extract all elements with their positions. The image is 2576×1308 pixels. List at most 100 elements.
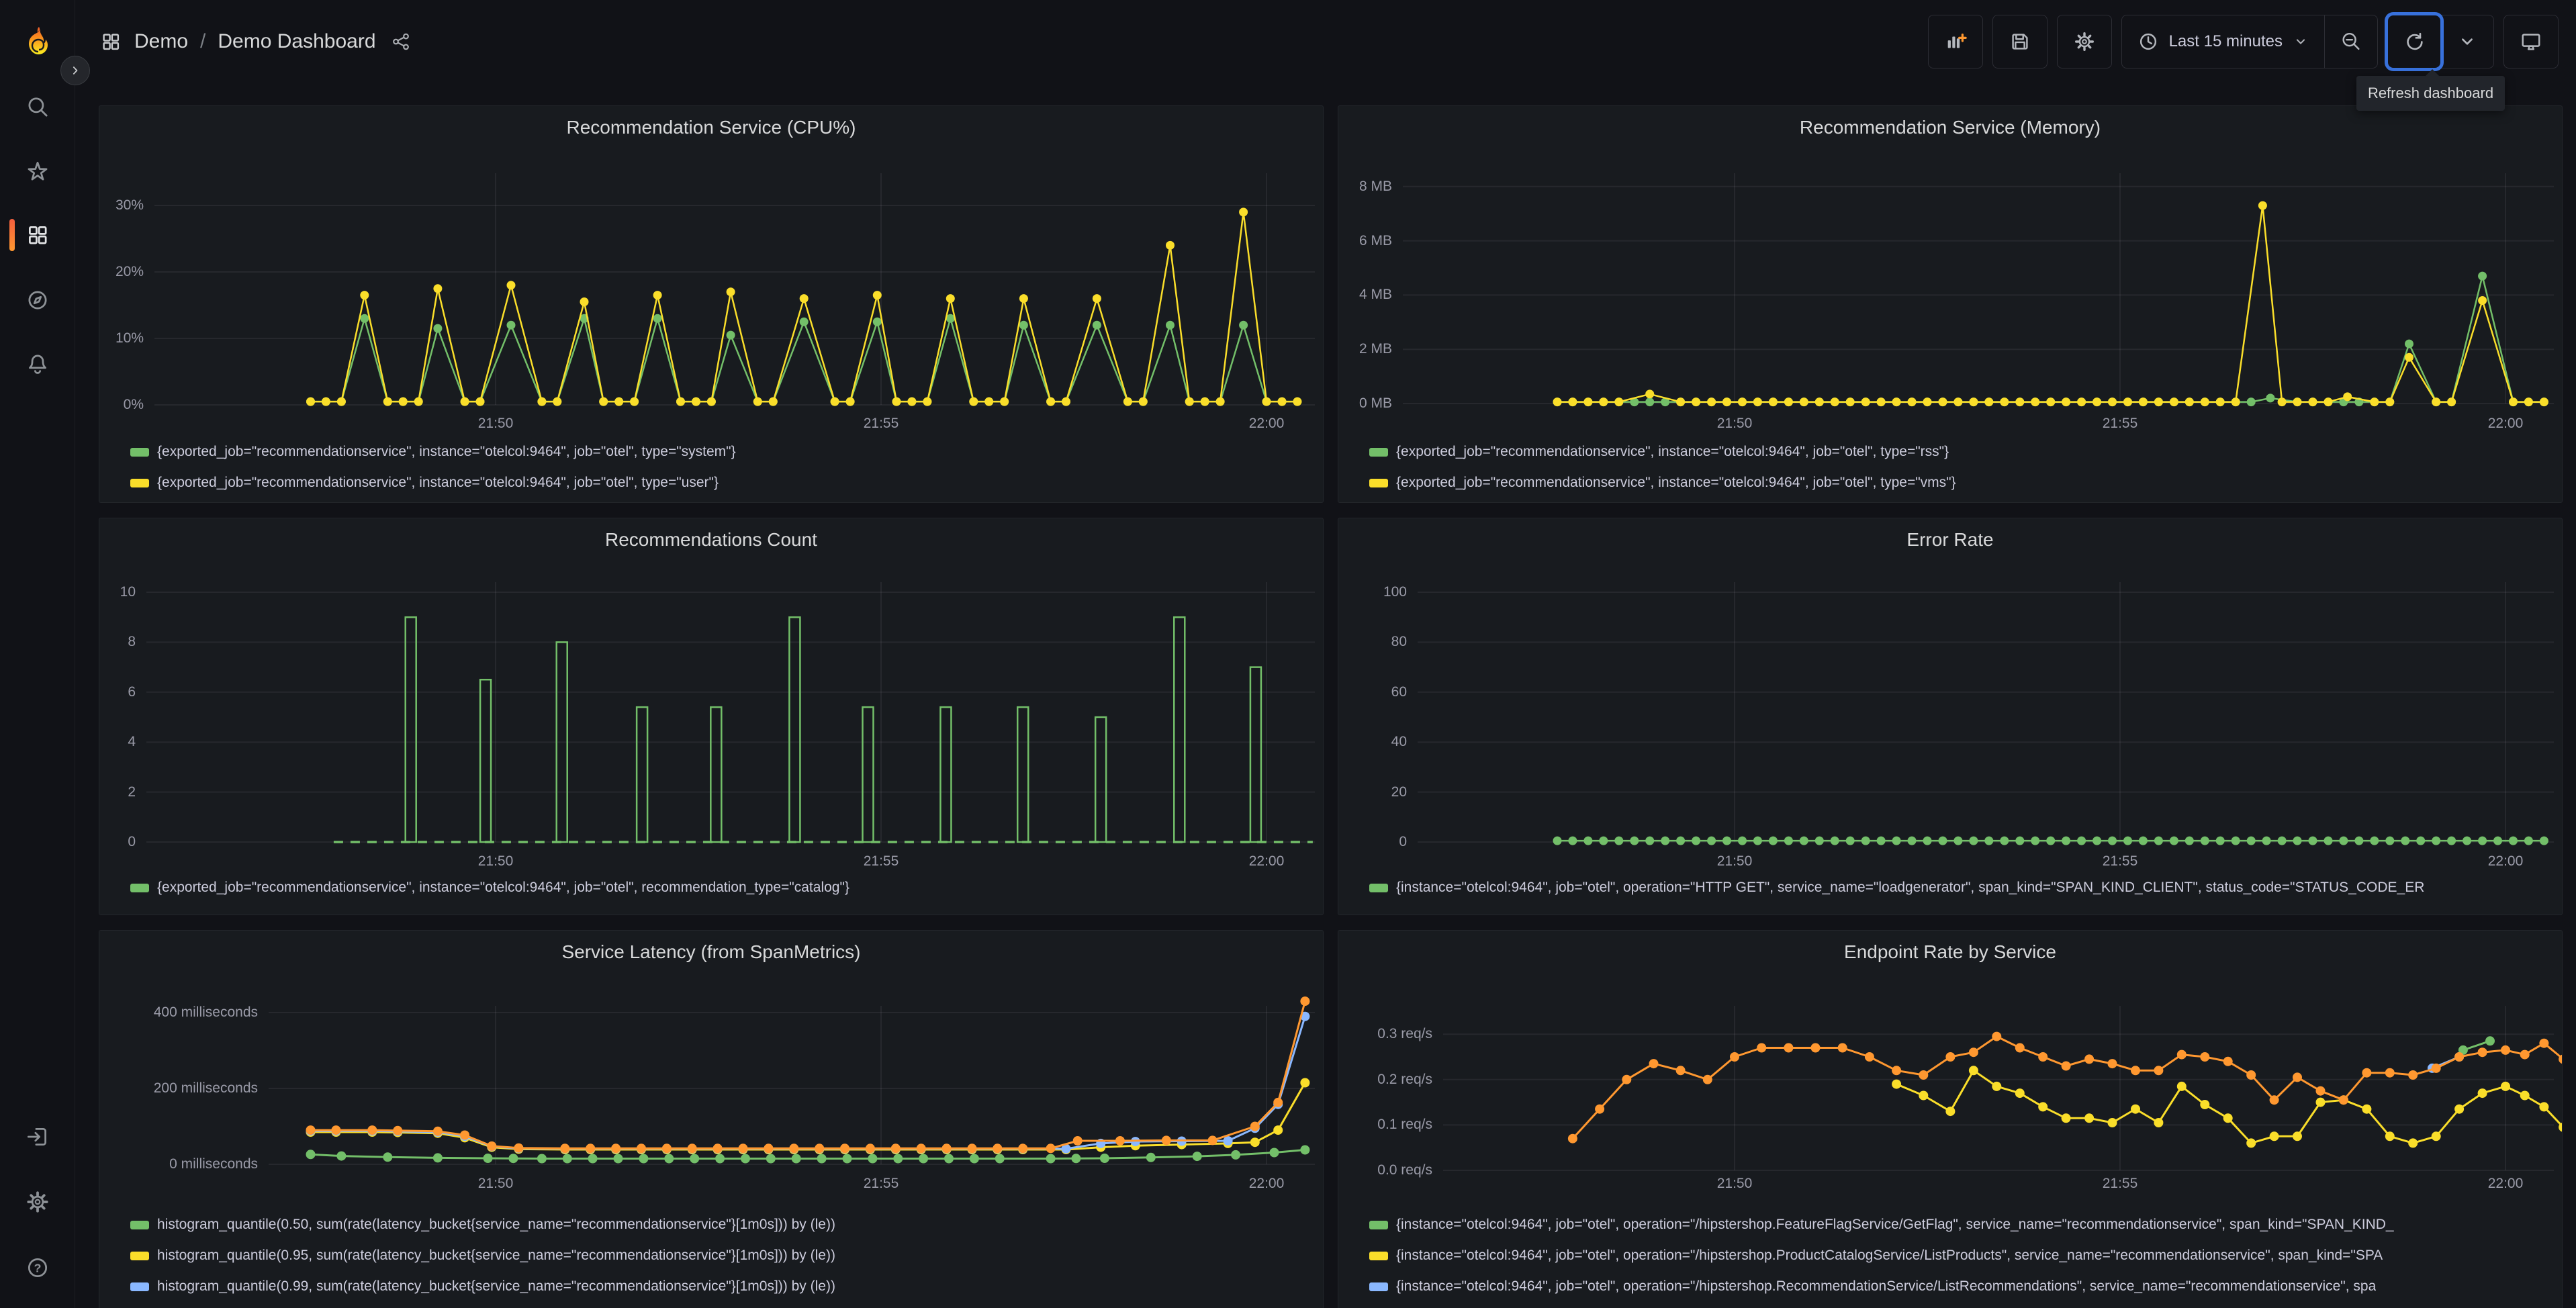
legend-item[interactable]: histogram_quantile(0.95, sum(rate(latenc… [130,1240,1316,1271]
y-tick: 0 MB [1359,395,1392,411]
y-tick: 10 [120,584,136,600]
time-range-picker[interactable]: Last 15 minutes [2122,15,2324,68]
legend: {exported_job="recommendationservice", i… [130,872,1316,903]
legend-swatch [130,1282,149,1291]
legend: {exported_job="recommendationservice", i… [1369,436,2555,498]
x-tick: 21:55 [2102,1176,2138,1191]
legend-label: {instance="otelcol:9464", job="otel", op… [1396,1278,2377,1294]
y-tick: 0 milliseconds [169,1156,258,1172]
y-tick: 4 [128,734,136,750]
y-tick: 0 [1399,834,1407,849]
sidebar-item-sign-in[interactable] [0,1109,75,1165]
zoom-out-icon [2340,30,2362,53]
sidebar-item-explore[interactable] [0,272,75,328]
y-tick: 6 [128,684,136,700]
x-tick: 21:50 [477,416,514,431]
chart-canvas[interactable]: 0.3 req/s 0.2 req/s 0.1 req/s 0.0 req/s 21:5… [1338,931,2562,1308]
x-tick: 22:00 [2487,416,2524,431]
legend-swatch [1369,1220,1388,1229]
x-tick: 22:00 [2487,1176,2524,1191]
panel-endpoint-rate: Endpoint Rate by Service 0.3 req/s 0.2 re… [1338,930,2563,1308]
y-tick: 0 [128,834,136,849]
y-tick: 0.2 req/s [1377,1071,1432,1087]
sidebar-item-favorites[interactable] [0,143,75,199]
chart-canvas[interactable]: 30% 20% 10% 0% 21:50 21:55 22:00 {exported_job=… [99,106,1323,502]
refresh-dashboard-button[interactable] [2388,15,2440,68]
y-tick: 0.0 req/s [1377,1162,1432,1178]
gear-icon [2073,30,2096,53]
y-tick: 2 MB [1359,341,1392,357]
legend-swatch [130,478,149,487]
legend-swatch [130,883,149,892]
legend-item[interactable]: {exported_job="recommendationservice", i… [1369,467,2555,498]
legend-item[interactable]: {exported_job="recommendationservice", i… [130,436,1316,467]
sidebar [0,0,75,1308]
gear-icon [25,1189,50,1215]
legend-item[interactable]: {exported_job="recommendationservice", i… [130,872,1316,903]
y-tick: 20 [1391,784,1407,800]
y-tick: 30% [115,197,144,213]
time-controls: Last 15 minutes [2121,15,2378,68]
kiosk-mode-button[interactable] [2503,15,2559,68]
dashboard-settings-button[interactable] [2056,15,2112,68]
clock-icon [2137,30,2160,53]
legend-label: {exported_job="recommendationservice", i… [157,444,736,459]
legend-label: histogram_quantile(0.99, sum(rate(latenc… [157,1278,835,1294]
y-tick: 6 MB [1359,232,1392,248]
legend: {instance="otelcol:9464", job="otel", op… [1369,872,2555,903]
breadcrumb-page[interactable]: Demo Dashboard [218,30,375,53]
legend-item[interactable]: {exported_job="recommendationservice", i… [130,467,1316,498]
grafana-logo[interactable] [22,26,54,58]
panel-error-rate: Error Rate 100 80 60 40 20 0 21:50 21:55 22:00 {i… [1338,518,2563,915]
chart-canvas[interactable]: 100 80 60 40 20 0 21:50 21:55 22:00 {instance="ot… [1338,518,2562,915]
sidebar-item-help[interactable] [0,1240,75,1296]
top-bar: Demo / Demo Dashboard Last 15 minutes [75,0,2576,83]
share-icon[interactable] [391,32,411,52]
legend-item[interactable]: {instance="otelcol:9464", job="otel", op… [1369,1302,2555,1308]
legend-label: histogram_quantile(0.50, sum(rate(latenc… [157,1217,835,1232]
legend-item[interactable]: {instance="otelcol:9464", job="otel", op… [1369,1240,2555,1271]
x-tick: 21:50 [477,853,514,869]
legend-label: {instance="otelcol:9464", job="otel", op… [1396,1248,2383,1263]
add-panel-button[interactable] [1927,15,1983,68]
chart-canvas[interactable]: 400 milliseconds 200 milliseconds 0 millis… [99,931,1323,1308]
sidebar-item-dashboards[interactable] [0,207,75,263]
legend: histogram_quantile(0.50, sum(rate(latenc… [130,1209,1316,1308]
legend-item[interactable]: {exported_job="recommendationservice", i… [1369,436,2555,467]
y-tick: 0.1 req/s [1377,1117,1432,1133]
sidebar-item-alerting[interactable] [0,336,75,392]
x-tick: 21:55 [2102,853,2138,869]
refresh-tooltip: Refresh dashboard [2356,69,2505,111]
legend-item[interactable]: {instance="otelcol:9464", job="otel", op… [1369,872,2555,903]
chart-canvas[interactable]: 8 MB 6 MB 4 MB 2 MB 0 MB 21:50 21:55 22:00 {expo… [1338,106,2562,502]
y-tick: 20% [115,264,144,279]
legend-swatch [1369,883,1388,892]
refresh-icon [2403,30,2426,53]
legend-item[interactable]: histogram_quantile(0.999, sum(rate(laten… [130,1302,1316,1308]
legend-item[interactable]: histogram_quantile(0.50, sum(rate(latenc… [130,1209,1316,1240]
chevron-down-icon [2456,30,2479,53]
breadcrumb-folder[interactable]: Demo [134,30,188,53]
star-icon [25,158,50,184]
y-tick: 80 [1391,634,1407,650]
legend-item[interactable]: {instance="otelcol:9464", job="otel", op… [1369,1271,2555,1302]
legend-swatch [130,1220,149,1229]
legend-label: {exported_job="recommendationservice", i… [1396,475,1956,490]
panel-recommendation-memory: Recommendation Service (Memory) 8 MB 6 MB… [1338,105,2563,503]
breadcrumb: Demo / Demo Dashboard [99,0,411,83]
save-dashboard-button[interactable] [1992,15,2048,68]
legend-item[interactable]: {instance="otelcol:9464", job="otel", op… [1369,1209,2555,1240]
legend-swatch [130,1251,149,1260]
sidebar-item-search[interactable] [0,79,75,136]
legend-item[interactable]: histogram_quantile(0.99, sum(rate(latenc… [130,1271,1316,1302]
legend: {instance="otelcol:9464", job="otel", op… [1369,1209,2555,1308]
x-tick: 22:00 [1248,853,1285,869]
legend-label: {instance="otelcol:9464", job="otel", op… [1396,880,2425,895]
sidebar-item-settings[interactable] [0,1174,75,1230]
refresh-interval-dropdown[interactable] [2440,15,2493,68]
sidebar-expand-button[interactable] [60,56,90,85]
zoom-out-time-button[interactable] [2324,15,2377,68]
active-indicator [9,219,15,251]
chart-canvas[interactable]: 10 8 6 4 2 0 21:50 21:55 22:00 {exported_job="rec… [99,518,1323,915]
monitor-icon [2520,30,2542,53]
